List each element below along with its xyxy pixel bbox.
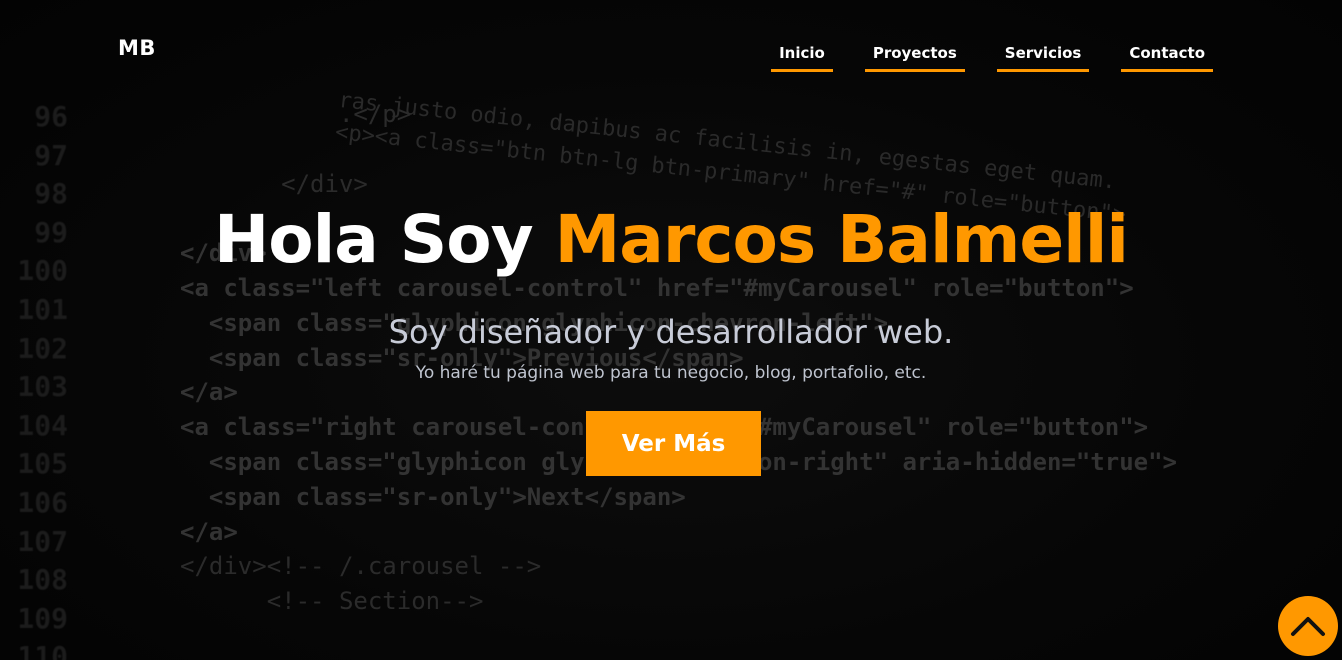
code-line: <!-- Section--> [180,587,484,616]
main-nav: Inicio Proyectos Servicios Contacto [771,41,1213,72]
line-number: 96 [34,100,68,133]
chevron-up-icon [1291,617,1325,636]
hero-name: Marcos Balmelli [554,201,1129,278]
hero-subtitle: Soy diseñador y desarrollador web. [388,313,954,351]
line-number: 97 [34,138,68,172]
code-line: <span class="sr-only">Next</span> [180,482,686,511]
hero-headline: Hola Soy Marcos Balmelli [0,196,1342,284]
nav-item-proyectos[interactable]: Proyectos [864,41,965,72]
line-number: 110 [17,640,68,660]
hero-section: 96 97 98 99 100 101 102 103 104 105 106 … [0,0,1342,660]
line-number: 109 [17,601,68,635]
code-line: .</p> [180,100,412,128]
code-line: ras justo odio, dapibus ac facilisis in,… [337,88,1118,195]
hero-tagline: Yo haré tu página web para tu negocio, b… [415,363,927,383]
scroll-to-top-button[interactable] [1278,596,1338,656]
line-number: 106 [17,485,68,519]
nav-item-servicios[interactable]: Servicios [996,41,1090,72]
hero-greeting: Hola Soy [214,201,534,278]
code-line: </a> [180,517,238,546]
site-logo[interactable]: MB [118,36,156,60]
ver-mas-button[interactable]: Ver Más [586,411,761,476]
line-number: 107 [17,524,68,558]
line-number: 105 [17,447,68,481]
nav-item-contacto[interactable]: Contacto [1121,41,1213,72]
nav-item-inicio[interactable]: Inicio [771,41,833,72]
line-number: 104 [17,408,68,442]
code-line: </div><!-- /.carousel --> [180,552,542,581]
line-number: 108 [17,563,68,597]
